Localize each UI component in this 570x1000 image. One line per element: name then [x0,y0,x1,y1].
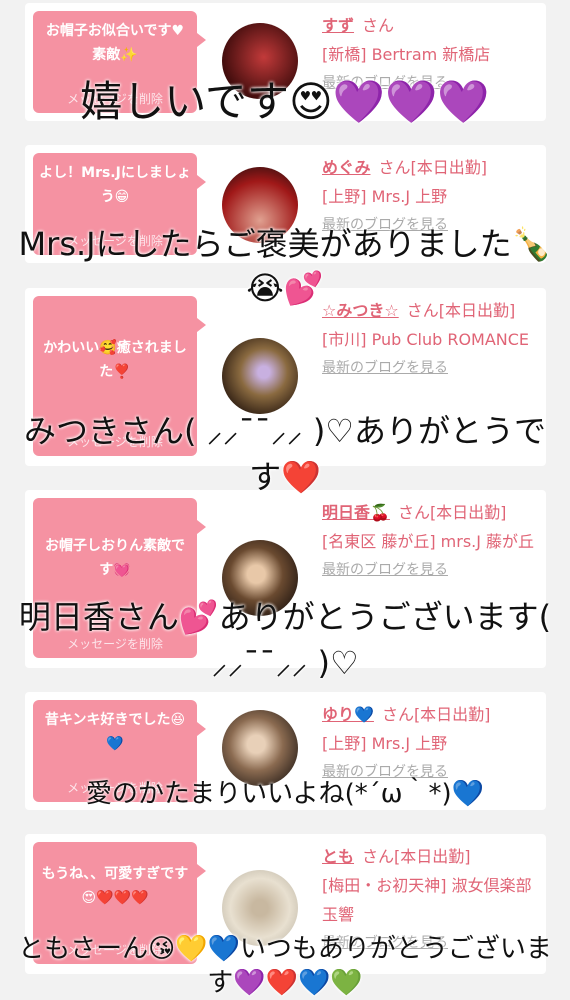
shop-detail: [上野] Mrs.J 上野 [322,734,448,753]
shop-detail: [市川] Pub Club ROMANCE [322,330,530,349]
honorific: さん[本日出勤] [378,158,487,177]
shop-detail: [新橋] Bertram 新橋店 [322,45,491,64]
caption-4: 明日香さん💕ありがとうございます( ⸝⸝¯¯⸝⸝ )♡ [18,598,552,682]
profile-name-link[interactable]: すず [322,16,354,35]
honorific: さん[本日出勤] [362,847,471,866]
shop-detail: [梅田・お初天神] 淑女倶楽部 玉響 [322,876,532,924]
message-text: お帽子しおりん素敵です💓 [45,538,185,578]
message-text: もうね、、可愛すぎです😍❤️❤️❤️ [41,866,189,906]
latest-blog-link[interactable]: 最新のブログを見る [322,556,537,585]
honorific: さん[本日出勤] [397,503,507,522]
message-text: お帽子お似合いです♥素敵✨ [45,23,185,63]
profile-name-link[interactable]: 明日香🍒 [322,503,390,522]
shop-detail: [上野] Mrs.J 上野 [322,187,448,206]
caption-2: Mrs.Jにしたらご褒美がありました🍾😭💕 [18,225,552,307]
message-text: かわいい🥰癒されました❣️ [43,340,187,380]
avatar[interactable] [222,338,298,414]
profile-name-link[interactable]: とも [322,847,354,866]
caption-1: 嬉しいです😍💜💜💜 [80,77,490,126]
shop-detail: [名東区 藤が丘] mrs.J 藤が丘 [322,532,535,551]
profile-name-link[interactable]: めぐみ [322,158,370,177]
caption-5: 愛のかたまりいいよね(*´ω｀*)💙 [85,779,485,809]
profile-name-link[interactable]: ゆり💙 [322,705,374,724]
message-text: 昔キンキ好きでした😆💙 [44,712,186,752]
honorific: さん [362,16,395,35]
honorific: さん[本日出勤] [381,705,491,724]
caption-6: ともさーん😘💛💙いつもありがとうございます💜❤️💙💚 [18,934,552,998]
caption-3: みつきさん( ⸝⸝¯¯⸝⸝ )♡ありがとうです❤️ [23,412,546,496]
latest-blog-link[interactable]: 最新のブログを見る [322,354,537,383]
message-text: よし！Mrs.Jにしましょう😁 [39,165,191,205]
